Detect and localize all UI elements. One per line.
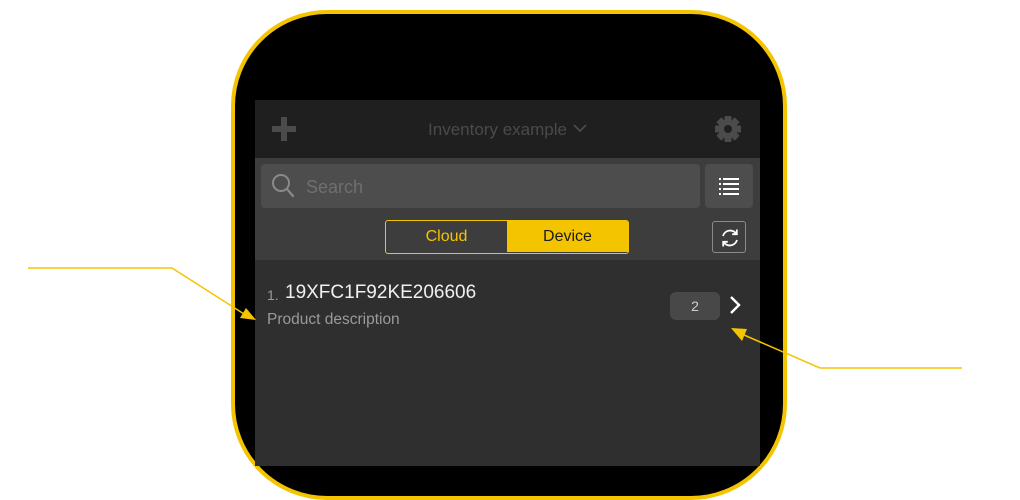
search-input[interactable] [304, 164, 688, 210]
list-view-button[interactable] [705, 164, 753, 208]
search-icon [272, 174, 295, 198]
refresh-icon [722, 229, 738, 247]
navigation-bar: Inventory example [255, 100, 760, 158]
refresh-button[interactable] [712, 221, 746, 253]
item-index: 1. [267, 287, 279, 303]
list-icon [719, 178, 739, 195]
search-bar[interactable] [261, 164, 700, 210]
item-description: Product description [267, 311, 400, 328]
callout-left [28, 267, 256, 320]
cloud-tab[interactable]: Cloud [386, 221, 507, 252]
gear-icon[interactable] [713, 114, 743, 144]
list-item[interactable]: 1. 19XFC1F92KE206606 Product description… [255, 260, 760, 336]
app-screen: Inventory example Search Cloud Device 1.… [255, 100, 760, 466]
item-title: 19XFC1F92KE206606 [285, 282, 477, 303]
inventory-selector[interactable]: Inventory example [255, 118, 760, 140]
page-title: Inventory example [428, 120, 567, 139]
toolbar: Cloud Device [255, 158, 760, 260]
chevron-down-icon [573, 118, 587, 138]
count-badge: 2 [670, 292, 720, 320]
chevron-right-icon[interactable] [729, 296, 741, 319]
device-tab[interactable]: Device [507, 221, 628, 252]
source-toggle: Cloud Device [385, 220, 629, 254]
